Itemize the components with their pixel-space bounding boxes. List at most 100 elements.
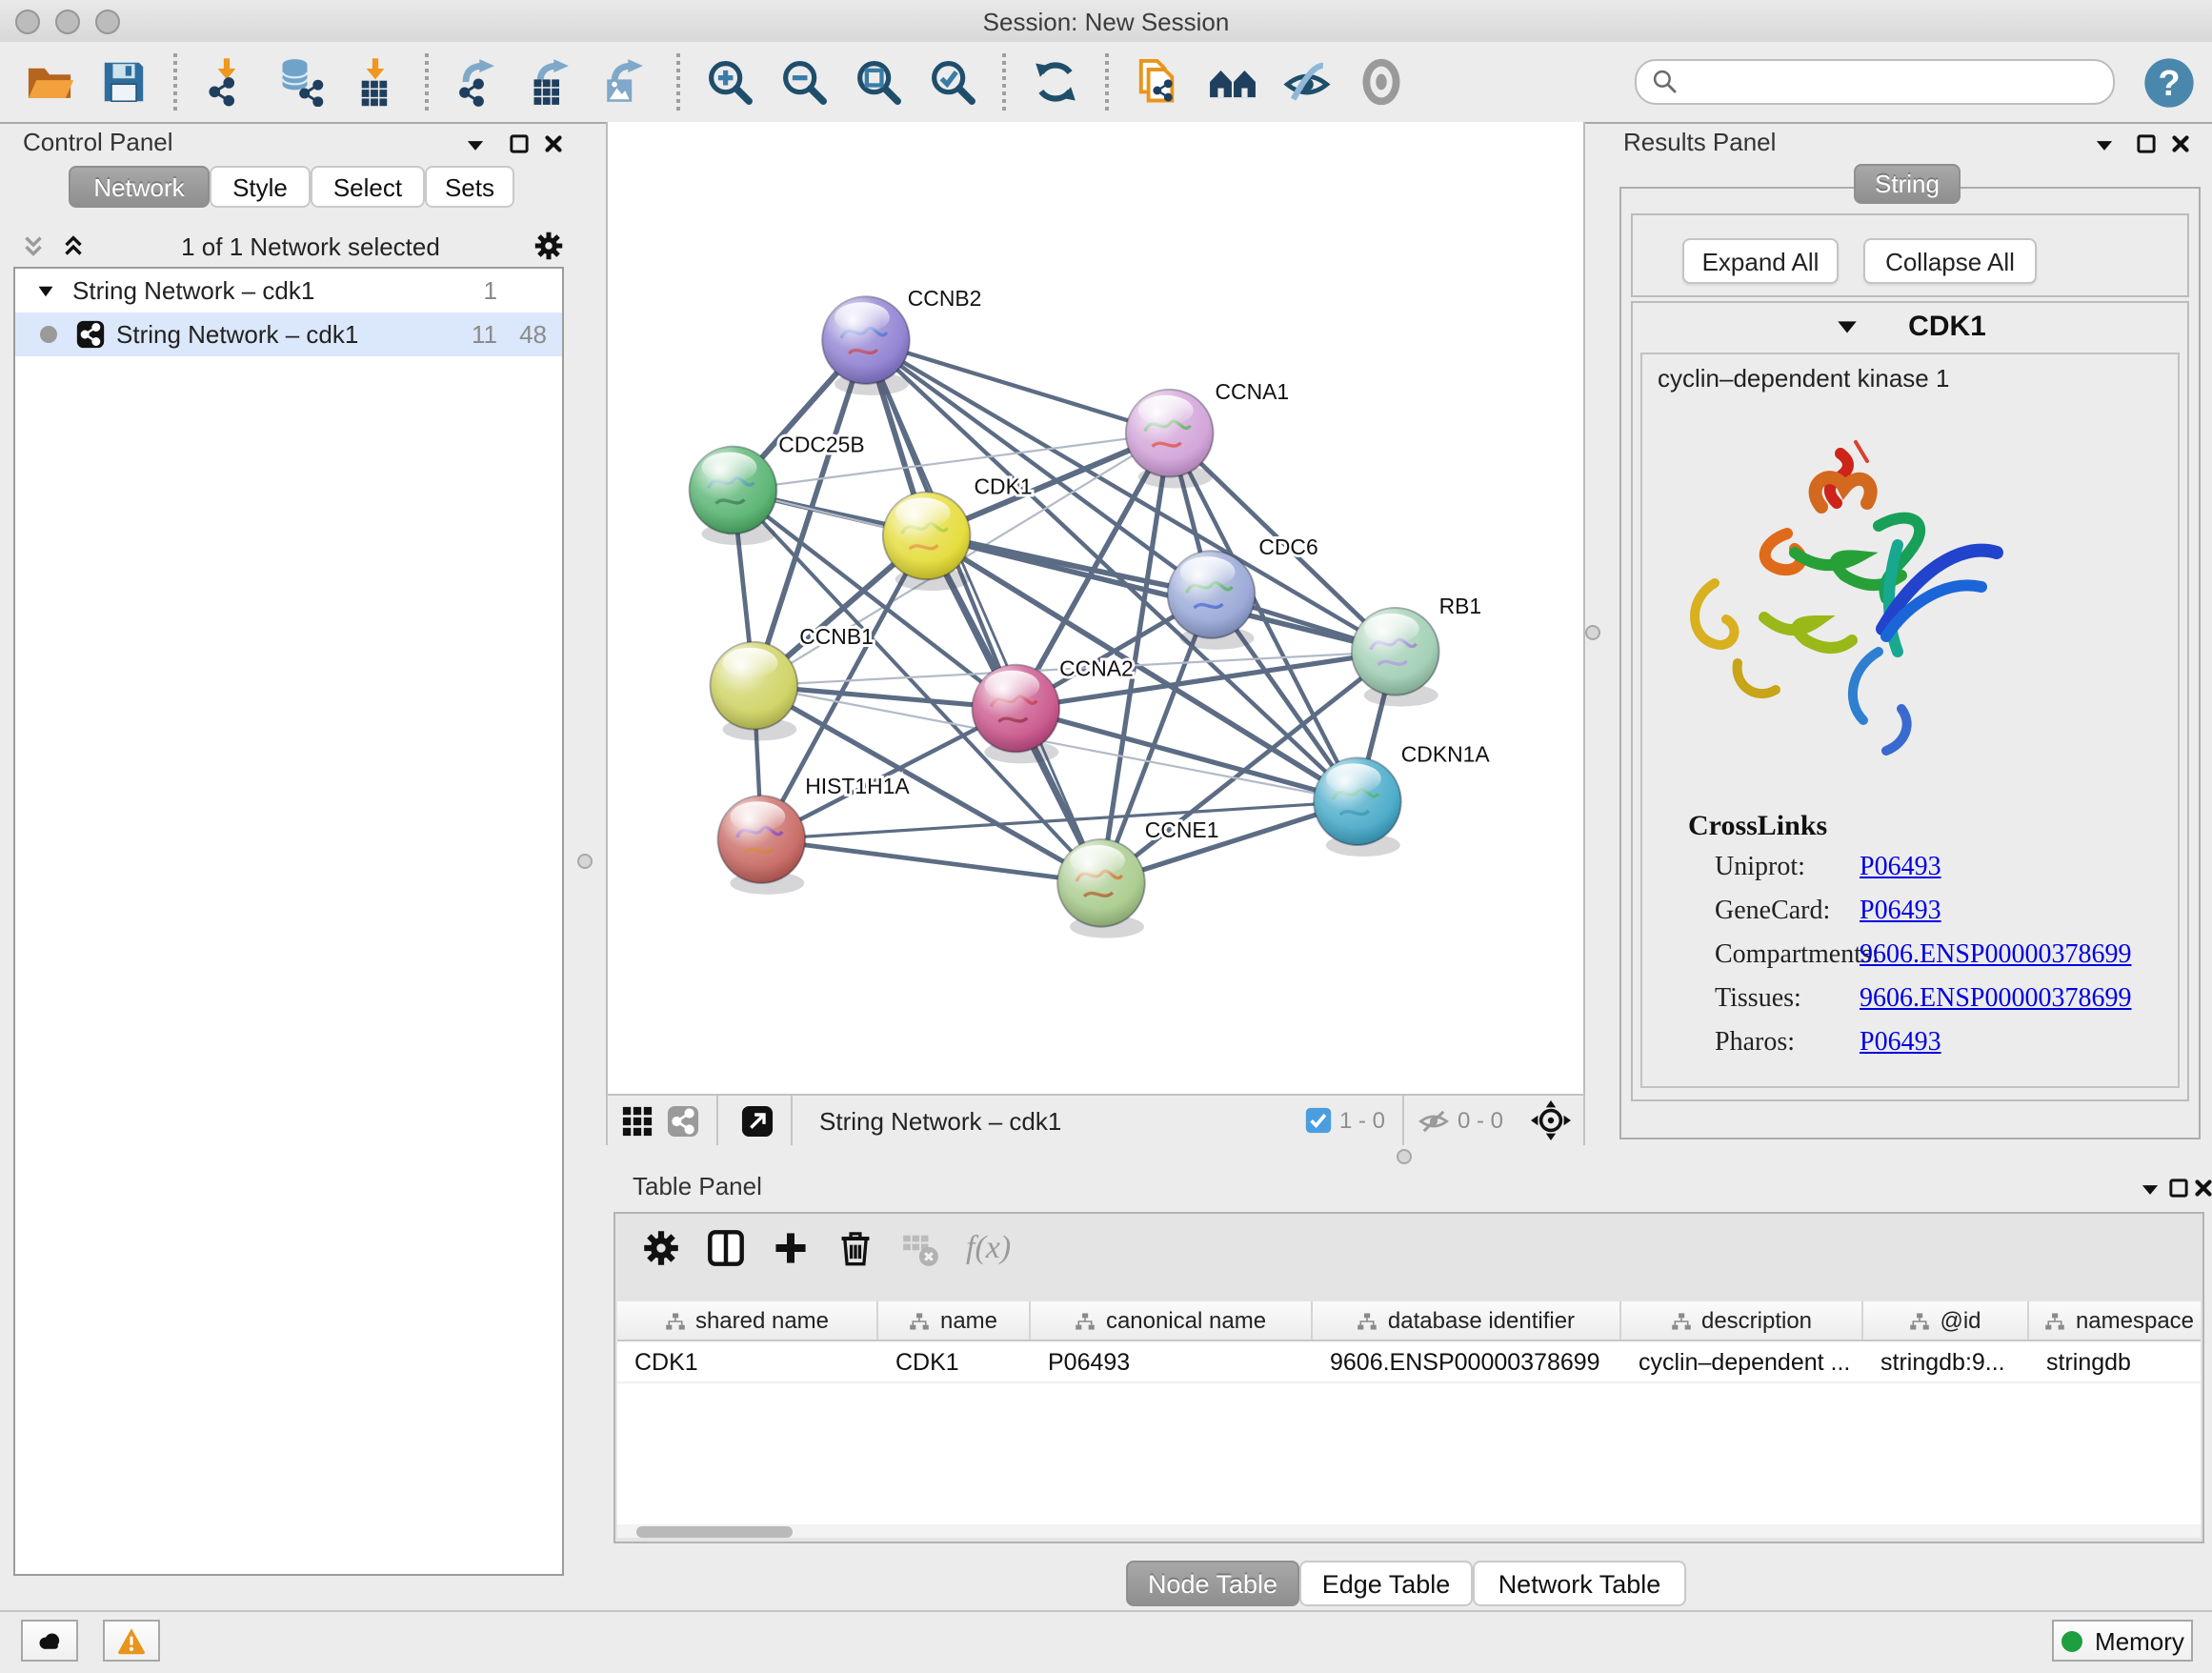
memory-button[interactable]: Memory <box>2052 1620 2193 1662</box>
tab-select[interactable]: Select <box>311 166 425 208</box>
tab-network[interactable]: Network <box>69 166 210 208</box>
help-icon[interactable]: ? <box>2143 57 2195 109</box>
eye-slash-blue-icon[interactable] <box>1282 57 1332 107</box>
delete-column-icon[interactable] <box>836 1229 875 1267</box>
table-cell[interactable]: 9606.ENSP00000378699 <box>1313 1341 1621 1381</box>
protein-collapse-icon[interactable] <box>1834 314 1859 339</box>
network-node-CDC25B[interactable] <box>690 447 777 546</box>
column-header-description[interactable]: description <box>1621 1301 1863 1340</box>
network-node-CDK1[interactable] <box>883 492 971 591</box>
import-table-icon[interactable] <box>351 57 400 107</box>
network-node-CCNE1[interactable] <box>1057 839 1145 938</box>
column-header--id[interactable]: @id <box>1863 1301 2029 1340</box>
table-panel-close-icon[interactable] <box>2191 1176 2212 1200</box>
network-canvas[interactable]: CCNB2CCNA1CDC25BCDK1CDC6RB1CCNB1CCNA2CDK… <box>606 122 1585 1094</box>
export-network-icon[interactable] <box>453 57 503 107</box>
results-panel-close-icon[interactable] <box>2168 131 2193 156</box>
column-header-database-identifier[interactable]: database identifier <box>1313 1301 1621 1340</box>
crosslink-link[interactable]: P06493 <box>1860 854 1941 884</box>
zoom-out-icon[interactable] <box>779 57 829 107</box>
collapse-all-icon[interactable] <box>19 232 48 260</box>
table-gear-icon[interactable] <box>642 1229 680 1267</box>
network-edge[interactable] <box>866 340 1170 433</box>
results-panel-float-icon[interactable] <box>2134 131 2159 156</box>
search-input[interactable] <box>1679 65 2113 99</box>
tab-style[interactable]: Style <box>210 166 311 208</box>
network-tree-item-row[interactable]: String Network – cdk1 11 48 <box>15 312 562 356</box>
export-image-icon[interactable] <box>602 57 652 107</box>
scrollbar-thumb[interactable] <box>636 1525 793 1537</box>
network-edge[interactable] <box>927 535 1396 652</box>
network-options-gear-icon[interactable] <box>533 231 564 261</box>
show-columns-icon[interactable] <box>707 1229 745 1267</box>
tab-sets[interactable]: Sets <box>425 166 514 208</box>
tree-expand-icon[interactable] <box>34 279 57 302</box>
right-splitter-handle[interactable] <box>1585 625 1600 640</box>
crosslink-link[interactable]: P06493 <box>1860 1029 1941 1059</box>
copy-network-icon[interactable] <box>1134 57 1183 107</box>
crosslink-link[interactable]: 9606.ENSP00000378699 <box>1860 941 2131 972</box>
column-header-namespace[interactable]: namespace <box>2029 1301 2201 1340</box>
control-panel-menu-icon[interactable] <box>463 133 488 158</box>
control-panel-float-icon[interactable] <box>507 131 532 156</box>
network-node-CCNB1[interactable] <box>711 642 798 741</box>
table-cell[interactable]: P06493 <box>1031 1341 1313 1381</box>
network-node-CDKN1A[interactable] <box>1314 757 1401 857</box>
network-edge[interactable] <box>761 839 1101 883</box>
network-badge-icon[interactable] <box>667 1104 699 1137</box>
hidden-eye-icon[interactable] <box>1418 1104 1450 1137</box>
network-node-CCNB2[interactable] <box>822 296 910 395</box>
grid-view-icon[interactable] <box>621 1104 654 1137</box>
tab-node-table[interactable]: Node Table <box>1126 1561 1299 1606</box>
collapse-all-button[interactable]: Collapse All <box>1863 238 2037 284</box>
results-panel-menu-icon[interactable] <box>2092 133 2117 158</box>
expand-all-button[interactable]: Expand All <box>1682 238 1839 284</box>
warning-status-button[interactable] <box>103 1620 160 1662</box>
column-header-shared-name[interactable]: shared name <box>617 1301 878 1340</box>
cloud-status-button[interactable] <box>21 1620 78 1662</box>
network-node-CCNA1[interactable] <box>1126 390 1214 489</box>
detach-view-icon[interactable] <box>741 1104 774 1137</box>
tab-string[interactable]: String <box>1854 164 1961 204</box>
column-header-canonical-name[interactable]: canonical name <box>1031 1301 1313 1340</box>
table-cell[interactable]: cyclin–dependent ... <box>1621 1341 1863 1381</box>
import-network-icon[interactable] <box>202 57 251 107</box>
tab-network-table[interactable]: Network Table <box>1473 1561 1686 1606</box>
table-panel-float-icon[interactable] <box>2166 1176 2191 1200</box>
expand-all-icon[interactable] <box>59 232 88 260</box>
table-cell[interactable]: CDK1 <box>878 1341 1031 1381</box>
birdseye-crosshair-icon[interactable] <box>1530 1099 1572 1141</box>
network-edge[interactable] <box>761 801 1357 839</box>
zoom-in-icon[interactable] <box>705 57 754 107</box>
column-header-name[interactable]: name <box>878 1301 1031 1340</box>
zoom-selected-icon[interactable] <box>928 57 977 107</box>
selected-checkbox-icon[interactable] <box>1305 1107 1332 1134</box>
folder-icon[interactable] <box>25 57 74 107</box>
tab-edge-table[interactable]: Edge Table <box>1299 1561 1473 1606</box>
horizontal-splitter-handle[interactable] <box>1397 1149 1412 1164</box>
table-panel-menu-icon[interactable] <box>2138 1178 2162 1202</box>
network-node-RB1[interactable] <box>1352 608 1439 707</box>
eye-gray-icon[interactable] <box>1357 57 1406 107</box>
crosslink-link[interactable]: P06493 <box>1860 897 1941 928</box>
save-icon[interactable] <box>99 57 149 107</box>
import-database-icon[interactable] <box>276 57 326 107</box>
table-row[interactable]: CDK1CDK1P064939606.ENSP00000378699cyclin… <box>617 1341 2201 1383</box>
table-cell[interactable]: CDK1 <box>617 1341 878 1381</box>
table-horizontal-scrollbar[interactable] <box>617 1524 2201 1538</box>
table-cell[interactable]: stringdb <box>2029 1341 2201 1381</box>
crosslink-link[interactable]: 9606.ENSP00000378699 <box>1860 985 2131 1016</box>
export-table-icon[interactable] <box>528 57 577 107</box>
network-tree-root-row[interactable]: String Network – cdk1 1 <box>15 269 562 312</box>
delete-table-icon[interactable] <box>901 1229 939 1267</box>
add-column-icon[interactable] <box>772 1229 810 1267</box>
left-splitter-handle[interactable] <box>577 854 593 869</box>
houses-icon[interactable] <box>1208 57 1257 107</box>
network-edge[interactable] <box>866 340 1101 883</box>
function-builder-icon[interactable]: f(x) <box>966 1229 1011 1267</box>
table-cell[interactable]: stringdb:9... <box>1863 1341 2029 1381</box>
network-node-HIST1H1A[interactable] <box>718 796 806 895</box>
control-panel-close-icon[interactable] <box>541 131 566 156</box>
network-node-CCNA2[interactable] <box>973 665 1060 764</box>
refresh-icon[interactable] <box>1031 57 1080 107</box>
